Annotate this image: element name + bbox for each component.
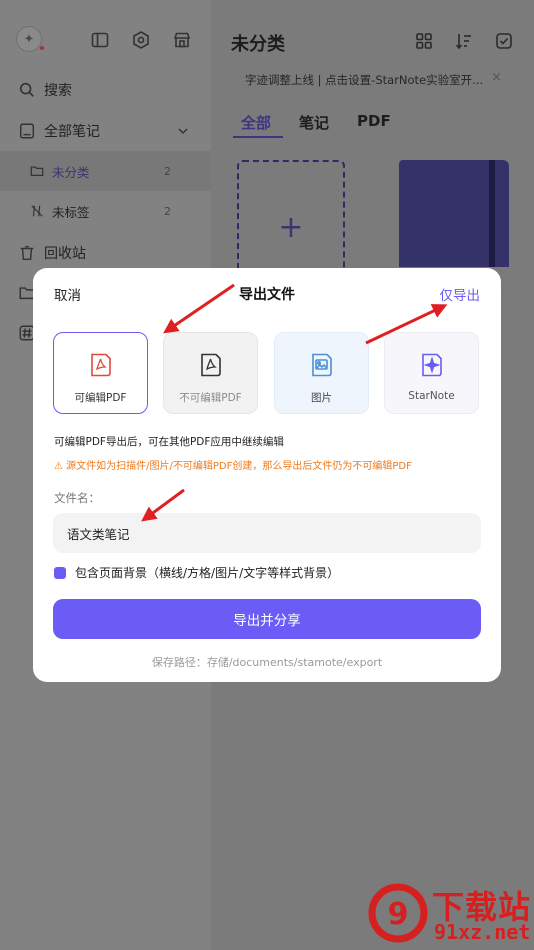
- notebook-icon: [19, 123, 35, 139]
- include-background-checkbox[interactable]: [54, 566, 66, 579]
- tab-notes[interactable]: 笔记: [299, 112, 329, 142]
- dialog-title: 导出文件: [239, 287, 295, 303]
- option-non-editable-pdf[interactable]: 不可编辑PDF: [163, 332, 258, 414]
- save-path: 保存路径：存储/documents/stamote/export: [151, 656, 383, 669]
- include-background-option[interactable]: 包含页面背景（横线/方格/图片/文字等样式背景）: [54, 564, 339, 581]
- sidebar-item-all-notes[interactable]: 全部笔记: [0, 111, 211, 151]
- filename-label: 文件名：: [54, 491, 100, 505]
- watermark-logo: 9: [368, 883, 428, 943]
- export-share-button[interactable]: 导出并分享: [53, 599, 481, 639]
- sidebar-item-label: 未标签: [52, 204, 90, 220]
- option-label: 不可编辑PDF: [179, 392, 242, 404]
- filename-field[interactable]: [53, 513, 481, 553]
- app-logo[interactable]: ✦: [16, 26, 44, 52]
- page-title: 未分类: [231, 34, 285, 55]
- sidebar-item-trash[interactable]: 回收站: [0, 233, 211, 273]
- item-count: 2: [164, 164, 171, 178]
- option-label: 可编辑PDF: [74, 392, 127, 404]
- export-dialog: 取消 导出文件 仅导出 可编辑PDF 不可编辑PDF 图片 StarNote 可…: [33, 268, 501, 682]
- sort-icon[interactable]: [455, 32, 473, 50]
- grid-view-icon[interactable]: [415, 32, 433, 50]
- option-image[interactable]: 图片: [274, 332, 369, 414]
- close-icon[interactable]: ×: [491, 70, 502, 85]
- sidebar-item-untagged[interactable]: 未标签 2: [0, 191, 211, 231]
- notice-banner[interactable]: 字迹调整上线 | 点击设置-StarNote实验室开...: [245, 72, 483, 88]
- tab-pdf[interactable]: PDF: [357, 112, 391, 142]
- sidebar-toggle-icon[interactable]: [90, 30, 110, 50]
- chevron-down-icon[interactable]: [177, 125, 189, 137]
- export-only-button[interactable]: 仅导出: [440, 284, 481, 304]
- sidebar-item-label: 回收站: [44, 246, 86, 262]
- folder-icon: [30, 166, 44, 176]
- option-starnote[interactable]: StarNote: [384, 332, 479, 414]
- option-label: 图片: [311, 392, 332, 404]
- tag-off-icon: [31, 205, 43, 217]
- trash-icon: [20, 245, 34, 261]
- pdf-icon: [91, 353, 111, 377]
- sidebar-toolbar: ✦: [16, 26, 195, 56]
- sidebar-item-search[interactable]: 搜索: [0, 70, 211, 110]
- settings-icon[interactable]: [131, 30, 151, 50]
- search-icon: [19, 82, 34, 97]
- format-description: 可编辑PDF导出后，可在其他PDF应用中继续编辑: [54, 436, 284, 448]
- active-tab-indicator: [233, 136, 283, 138]
- svg-text:9: 9: [388, 897, 409, 932]
- sidebar-item-label: 未分类: [52, 164, 90, 180]
- site-watermark: 9 下载站 91xz.net: [362, 878, 534, 950]
- pdf-icon: [201, 353, 221, 377]
- item-count: 2: [164, 204, 171, 218]
- select-icon[interactable]: [495, 32, 513, 50]
- sparkle-icon: [422, 353, 442, 377]
- sidebar-item-uncategorized[interactable]: 未分类 2: [0, 151, 211, 191]
- include-background-label: 包含页面背景（横线/方格/图片/文字等样式背景）: [75, 566, 340, 580]
- option-editable-pdf[interactable]: 可编辑PDF: [53, 332, 148, 414]
- format-warning: ⚠ 源文件如为扫描件/图片/不可编辑PDF创建，那么导出后文件仍为不可编辑PDF: [54, 461, 412, 472]
- image-icon: [312, 353, 332, 377]
- option-label: StarNote: [408, 390, 455, 402]
- sidebar-item-label: 全部笔记: [44, 124, 100, 140]
- watermark-url: 91xz.net: [434, 920, 531, 944]
- plus-icon: +: [278, 210, 304, 245]
- store-icon[interactable]: [172, 30, 192, 50]
- sidebar-item-label: 搜索: [44, 83, 72, 99]
